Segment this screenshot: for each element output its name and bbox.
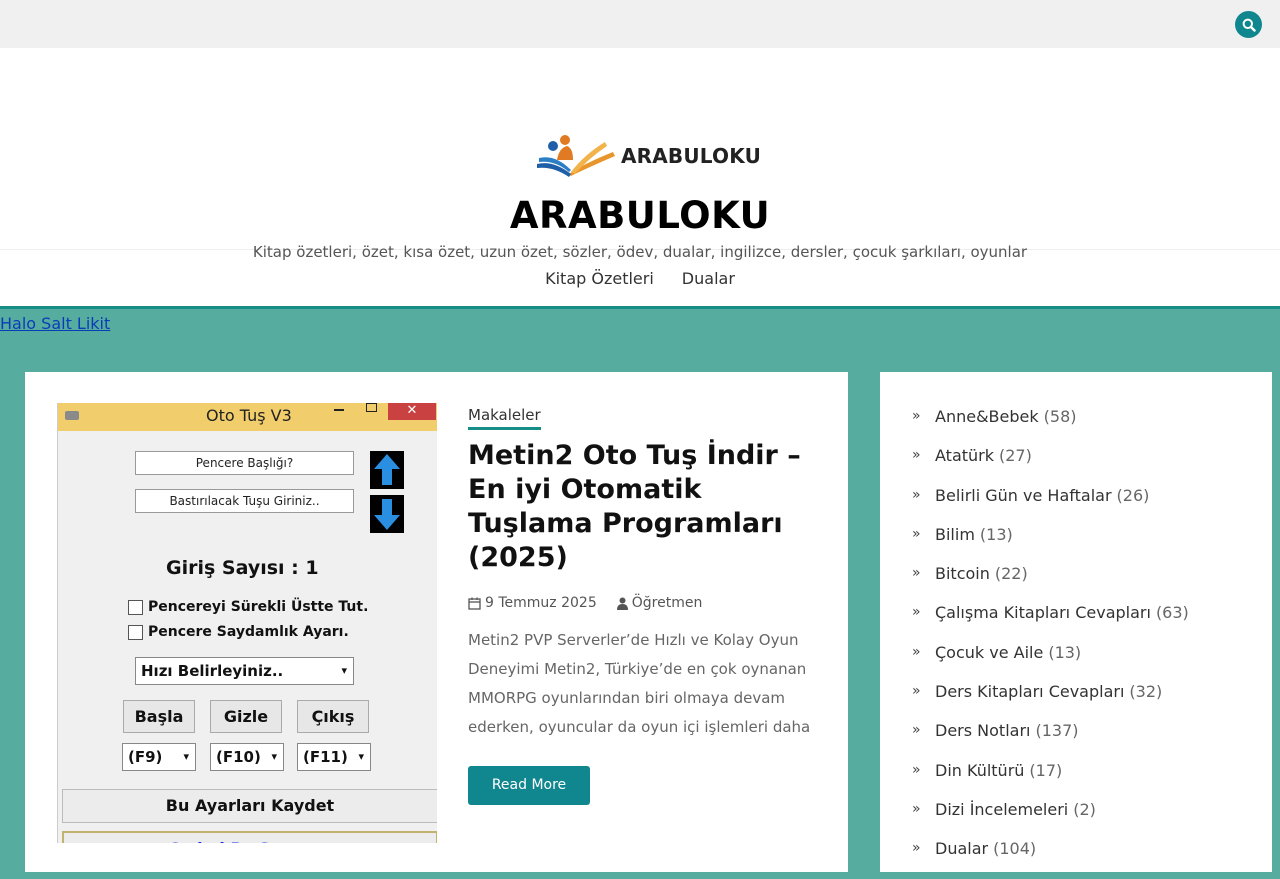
post-card: Oto Tuş V3 ✕ Pencere Başlığı? Bastırılac…: [25, 372, 848, 872]
window-title: Oto Tuş V3: [206, 406, 292, 425]
checkbox-opacity-label: Pencere Saydamlık Ayarı.: [148, 624, 349, 640]
site-description: Kitap özetleri, özet, kısa özet, uzun öz…: [252, 243, 1028, 261]
list-item[interactable]: » Bilim (13): [912, 525, 1189, 564]
list-item[interactable]: » Belirli Gün ve Haftalar (26): [912, 486, 1189, 525]
chevron-right-icon: »: [912, 761, 921, 778]
list-item[interactable]: » Din Kültürü (17): [912, 761, 1189, 800]
calendar-icon: [468, 597, 481, 610]
minimize-icon: [334, 409, 344, 411]
chevron-right-icon: »: [912, 486, 921, 503]
app-icon: [65, 411, 79, 420]
key3-select: (F11) ▾: [297, 743, 371, 771]
chevron-right-icon: »: [912, 408, 921, 424]
site-header: ARABULOKU ARABULOKU Kitap özetleri, özet…: [0, 48, 1280, 261]
post-excerpt: Metin2 PVP Serverler’de Hızlı ve Kolay O…: [468, 631, 811, 736]
list-item[interactable]: » Anne&Bebek (58): [912, 407, 1189, 446]
post-meta: 9 Temmuz 2025 Öğretmen: [468, 595, 828, 611]
list-item[interactable]: » Bitcoin (22): [912, 564, 1189, 603]
list-item[interactable]: » Çalışma Kitapları Cevapları (63): [912, 603, 1189, 642]
search-icon: [1242, 18, 1256, 32]
site-logo[interactable]: ARABULOKU: [535, 134, 761, 178]
chevron-right-icon: »: [912, 683, 921, 700]
list-item[interactable]: » Atatürk (27): [912, 446, 1189, 485]
arrow-down-icon: [370, 495, 404, 533]
key-field: Bastırılacak Tuşu Giriniz..: [135, 489, 354, 513]
close-icon: ✕: [388, 403, 436, 420]
hide-button: Gizle: [210, 700, 282, 733]
start-button: Başla: [123, 700, 195, 733]
key1-select: (F9) ▾: [122, 743, 196, 771]
chevron-right-icon: »: [912, 604, 921, 621]
arrow-up-icon: [370, 451, 404, 489]
read-more-button[interactable]: Read More: [468, 766, 590, 805]
post-author[interactable]: Öğretmen: [632, 595, 703, 611]
list-item[interactable]: » Dualar (104): [912, 839, 1189, 878]
logo-text: ARABULOKU: [620, 144, 762, 168]
chevron-right-icon: »: [912, 643, 921, 660]
giris-count: Giriş Sayısı : 1: [166, 557, 319, 579]
key2-select: (F10) ▾: [210, 743, 284, 771]
top-bar: [0, 0, 1280, 48]
post-category[interactable]: Makaleler: [468, 406, 541, 430]
exit-button: Çıkış: [297, 700, 369, 733]
sidebar: » Anne&Bebek (58) » Atatürk (27) » Belirli Gü…: [880, 372, 1272, 872]
list-item[interactable]: » Çocuk ve Aile (13): [912, 643, 1189, 682]
search-button[interactable]: [1235, 11, 1262, 38]
list-item[interactable]: » Ders Kitapları Cevapları (32): [912, 682, 1189, 721]
window-title-bar: Oto Tuş V3 ✕: [58, 403, 437, 431]
post-thumbnail[interactable]: Oto Tuş V3 ✕ Pencere Başlığı? Bastırılac…: [57, 403, 437, 843]
save-settings-button: Bu Ayarları Kaydet: [62, 789, 437, 823]
chevron-right-icon: »: [912, 840, 921, 857]
coded-by-label: Coded By Scrappy: [62, 831, 437, 843]
category-list: » Anne&Bebek (58) » Atatürk (27) » Belirli Gü…: [912, 407, 1189, 879]
post-title[interactable]: Metin2 Oto Tuş İndir – En iyi Otomatik T…: [468, 439, 828, 575]
chevron-right-icon: »: [912, 800, 921, 817]
nav-item-kitap-ozetleri[interactable]: Kitap Özetleri: [545, 269, 654, 288]
checkbox-on-top-label: Pencereyi Sürekli Üstte Tut.: [148, 599, 369, 615]
chevron-right-icon: »: [912, 565, 921, 582]
list-item[interactable]: » Ders Notları (137): [912, 721, 1189, 760]
list-item[interactable]: » Dizi İncelemeleri (2): [912, 800, 1189, 839]
chevron-right-icon: »: [912, 447, 921, 464]
checkbox-opacity: Pencere Saydamlık Ayarı.: [128, 624, 349, 640]
user-icon: [616, 597, 628, 610]
site-title[interactable]: ARABULOKU: [0, 194, 1280, 237]
chevron-right-icon: »: [912, 525, 921, 542]
checkbox-on-top: Pencereyi Sürekli Üstte Tut.: [128, 599, 368, 615]
maximize-icon: [366, 403, 377, 412]
window-title-field: Pencere Başlığı?: [135, 451, 354, 475]
post-date[interactable]: 9 Temmuz 2025: [485, 595, 597, 611]
top-link[interactable]: Halo Salt Likit: [0, 314, 110, 333]
book-reader-logo-icon: [536, 135, 615, 177]
post-body: Makaleler Metin2 Oto Tuş İndir – En iyi …: [468, 405, 828, 742]
nav-item-dualar[interactable]: Dualar: [682, 269, 735, 288]
speed-select: Hızı Belirleyiniz.. ▾: [135, 657, 354, 685]
chevron-right-icon: »: [912, 722, 921, 739]
